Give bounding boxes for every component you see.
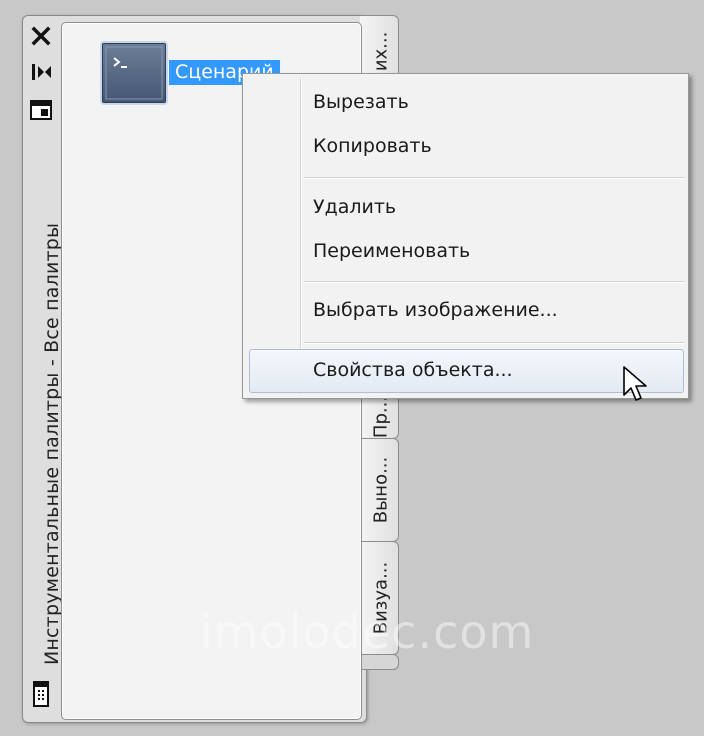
close-icon[interactable] (22, 23, 60, 49)
properties-menu-icon[interactable] (22, 97, 60, 123)
script-tool-icon[interactable] (102, 43, 166, 103)
palette-options-icon[interactable] (22, 681, 60, 707)
tab-label: Пр... (370, 395, 392, 439)
menu-separator (304, 177, 684, 179)
watermark: imolodec.com (200, 605, 535, 659)
tab-palette-2[interactable]: Пр... (360, 395, 399, 439)
menu-gutter (300, 78, 302, 394)
menu-item-cut[interactable]: Вырезать (313, 91, 409, 113)
mouse-pointer-icon (622, 365, 650, 409)
palette-title: Инструментальные палитры - Все палитры (41, 222, 63, 665)
menu-separator (304, 281, 684, 283)
menu-item-rename[interactable]: Переименовать (313, 240, 470, 262)
menu-separator (304, 342, 684, 344)
menu-item-properties[interactable]: Свойства объекта... (313, 359, 513, 381)
menu-item-choose-image[interactable]: Выбрать изображение... (313, 299, 558, 321)
tab-palette-3[interactable]: Выно... (360, 438, 399, 542)
tab-label: Выно... (370, 456, 392, 524)
menu-item-delete[interactable]: Удалить (313, 196, 396, 218)
context-menu: Вырезать Копировать Удалить Переименоват… (242, 73, 689, 399)
auto-hide-icon[interactable] (22, 59, 60, 85)
menu-item-copy[interactable]: Копировать (313, 135, 432, 157)
